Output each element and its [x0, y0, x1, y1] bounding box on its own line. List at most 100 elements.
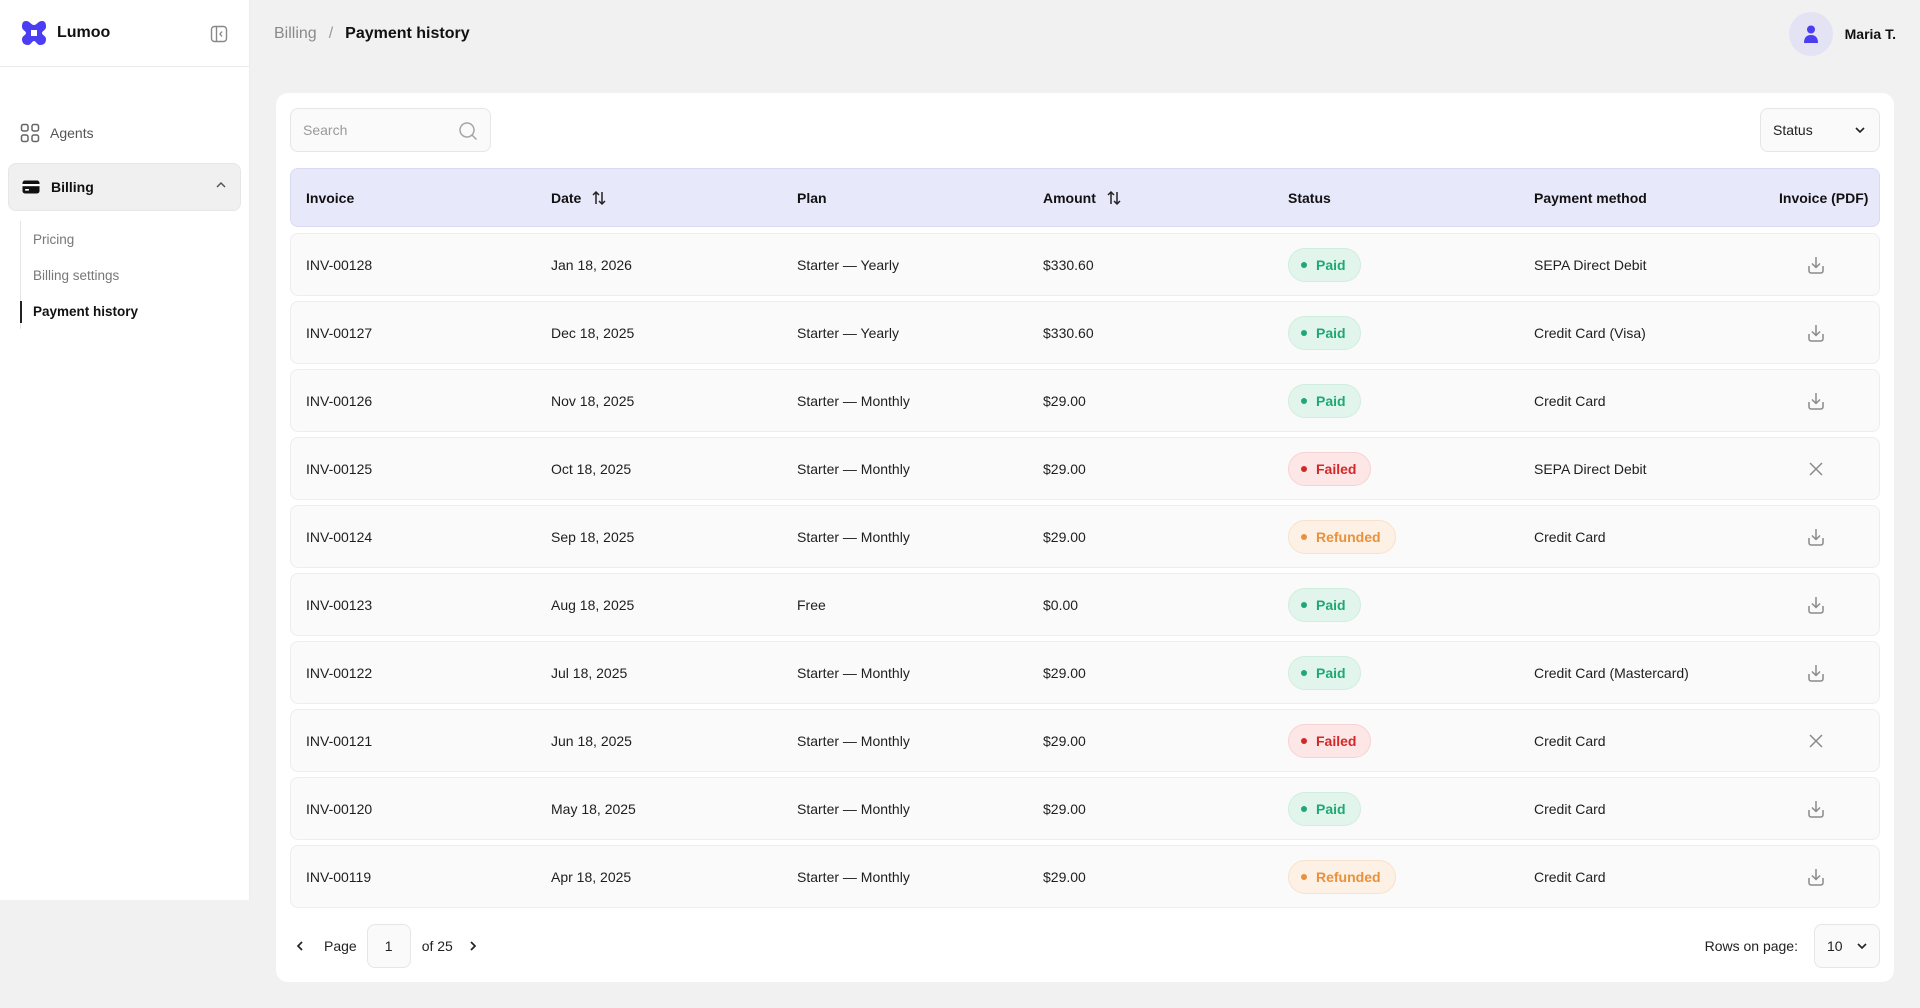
amount-cell: $29.00: [1043, 528, 1086, 545]
amount-cell: $330.60: [1043, 256, 1094, 273]
brand-name: Lumoo: [57, 24, 111, 41]
amount-cell: $29.00: [1043, 460, 1086, 477]
download-icon: [1808, 393, 1824, 410]
status-text: Failed: [1316, 460, 1357, 477]
status-badge: Paid: [1288, 247, 1361, 282]
avatar: [1788, 12, 1833, 56]
download-icon: [1808, 801, 1824, 818]
sort-icon: [1107, 190, 1121, 205]
table-row[interactable]: INV-00126 Nov 18, 2025 Starter — Monthly $2…: [290, 369, 1880, 432]
amount-cell: $29.00: [1043, 732, 1086, 749]
invoice-cell: INV-00125: [306, 460, 373, 477]
payment-method-cell: SEPA Direct Debit: [1534, 460, 1647, 477]
status-cell: Paid: [1288, 642, 1361, 703]
status-cell: Paid: [1288, 370, 1361, 431]
plan-cell: Starter — Monthly: [797, 800, 910, 817]
search-box: [290, 108, 491, 152]
download-invoice-button[interactable]: [1804, 593, 1828, 617]
table-row[interactable]: INV-00125 Oct 18, 2025 Starter — Monthly $2…: [290, 437, 1880, 500]
download-invoice-button[interactable]: [1804, 661, 1828, 685]
payment-method-cell: Credit Card: [1534, 392, 1606, 409]
search-input[interactable]: [291, 122, 451, 138]
table-row[interactable]: INV-00119 Apr 18, 2025 Starter — Monthly $2…: [290, 845, 1880, 908]
table-row[interactable]: INV-00124 Sep 18, 2025 Starter — Monthly $2…: [290, 505, 1880, 568]
pagination: Page of 25: [290, 924, 483, 968]
subnav-item-pricing[interactable]: Pricing: [21, 221, 249, 257]
table-row[interactable]: INV-00122 Jul 18, 2025 Starter — Monthly $2…: [290, 641, 1880, 704]
status-badge: Failed: [1288, 723, 1372, 758]
plan-cell: Starter — Monthly: [797, 392, 910, 409]
download-invoice-button[interactable]: [1804, 253, 1828, 277]
amount-cell: $29.00: [1043, 868, 1086, 885]
table-row[interactable]: INV-00127 Dec 18, 2025 Starter — Yearly $33…: [290, 301, 1880, 364]
payment-method-cell: Credit Card: [1534, 732, 1606, 749]
invoice-cell: INV-00128: [306, 256, 373, 273]
table-body: INV-00128 Jan 18, 2026 Starter — Yearly $33…: [290, 233, 1880, 913]
plan-cell: Starter — Monthly: [797, 732, 910, 749]
download-invoice-button[interactable]: [1804, 321, 1828, 345]
status-text: Paid: [1316, 392, 1346, 409]
plan-cell: Starter — Monthly: [797, 664, 910, 681]
column-header-date: Date: [551, 169, 607, 226]
credit-card-icon: [21, 177, 41, 197]
download-invoice-button[interactable]: [1804, 865, 1828, 889]
amount-cell: $330.60: [1043, 324, 1094, 341]
payment-method-cell: Credit Card: [1534, 868, 1606, 885]
status-text: Refunded: [1316, 868, 1381, 885]
plan-cell: Starter — Yearly: [797, 256, 899, 273]
invoice-cell: INV-00119: [306, 868, 372, 885]
breadcrumb-billing[interactable]: Billing: [274, 25, 317, 43]
status-cell: Paid: [1288, 302, 1361, 363]
column-header-amount: Amount: [1043, 169, 1122, 226]
download-invoice-button[interactable]: [1804, 525, 1828, 549]
status-text: Paid: [1316, 324, 1346, 341]
date-cell: Apr 18, 2025: [551, 868, 632, 885]
invoice-cell: INV-00123: [306, 596, 373, 613]
sort-amount-button[interactable]: [1106, 190, 1122, 206]
sidebar-item-agents[interactable]: Agents: [8, 115, 241, 151]
table-row[interactable]: INV-00123 Aug 18, 2025 Free $0.00 Paid: [290, 573, 1880, 636]
status-dot: [1301, 533, 1307, 540]
page-number-input[interactable]: [366, 924, 411, 968]
date-cell: Jan 18, 2026: [551, 256, 632, 273]
rows-per-page: Rows on page: 10: [1705, 924, 1880, 968]
chevron-right-icon: [470, 941, 477, 951]
status-filter-select[interactable]: Status: [1760, 108, 1880, 152]
table-row[interactable]: INV-00120 May 18, 2025 Starter — Monthly $2…: [290, 777, 1880, 840]
status-dot: [1301, 261, 1307, 268]
billing-subnav: Pricing Billing settings Payment history: [20, 221, 249, 329]
payment-method-cell: Credit Card (Mastercard): [1534, 664, 1689, 681]
next-page-button[interactable]: [463, 936, 483, 956]
sort-date-button[interactable]: [591, 190, 607, 206]
subnav-item-billing-settings[interactable]: Billing settings: [21, 257, 249, 293]
invoice-cell: INV-00127: [306, 324, 373, 341]
status-cell: Paid: [1288, 234, 1361, 295]
column-header-plan: Plan: [797, 189, 827, 206]
status-cell: Failed: [1288, 710, 1372, 771]
previous-page-button[interactable]: [290, 936, 310, 956]
status-cell: Paid: [1288, 778, 1361, 839]
date-cell: Sep 18, 2025: [551, 528, 635, 545]
download-invoice-button[interactable]: [1804, 797, 1828, 821]
download-invoice-button[interactable]: [1804, 389, 1828, 413]
payment-method-cell: Credit Card: [1534, 800, 1606, 817]
breadcrumb-separator: /: [328, 24, 334, 42]
payment-history-card: Status Invoice Date Plan Amount: [276, 93, 1894, 982]
status-badge: Paid: [1288, 383, 1361, 418]
plan-cell: Starter — Monthly: [797, 460, 910, 477]
status-dot: [1301, 601, 1307, 608]
sidebar-item-billing[interactable]: Billing: [8, 163, 241, 211]
invoice-cell: INV-00122: [306, 664, 373, 681]
user-menu[interactable]: Maria T.: [1788, 12, 1896, 56]
subnav-item-payment-history[interactable]: Payment history: [20, 293, 249, 329]
sidebar-item-label: Billing: [51, 179, 94, 195]
top-header: Billing / Payment history Maria T.: [250, 0, 1920, 67]
rows-per-page-select[interactable]: 10: [1814, 924, 1880, 968]
table-header: Invoice Date Plan Amount Status Payment …: [290, 168, 1880, 227]
amount-cell: $29.00: [1043, 392, 1086, 409]
table-row[interactable]: INV-00121 Jun 18, 2025 Starter — Monthly $2…: [290, 709, 1880, 772]
column-header-status: Status: [1288, 189, 1331, 206]
date-cell: Nov 18, 2025: [551, 392, 635, 409]
collapse-sidebar-button[interactable]: [209, 24, 229, 44]
table-row[interactable]: INV-00128 Jan 18, 2026 Starter — Yearly $33…: [290, 233, 1880, 296]
